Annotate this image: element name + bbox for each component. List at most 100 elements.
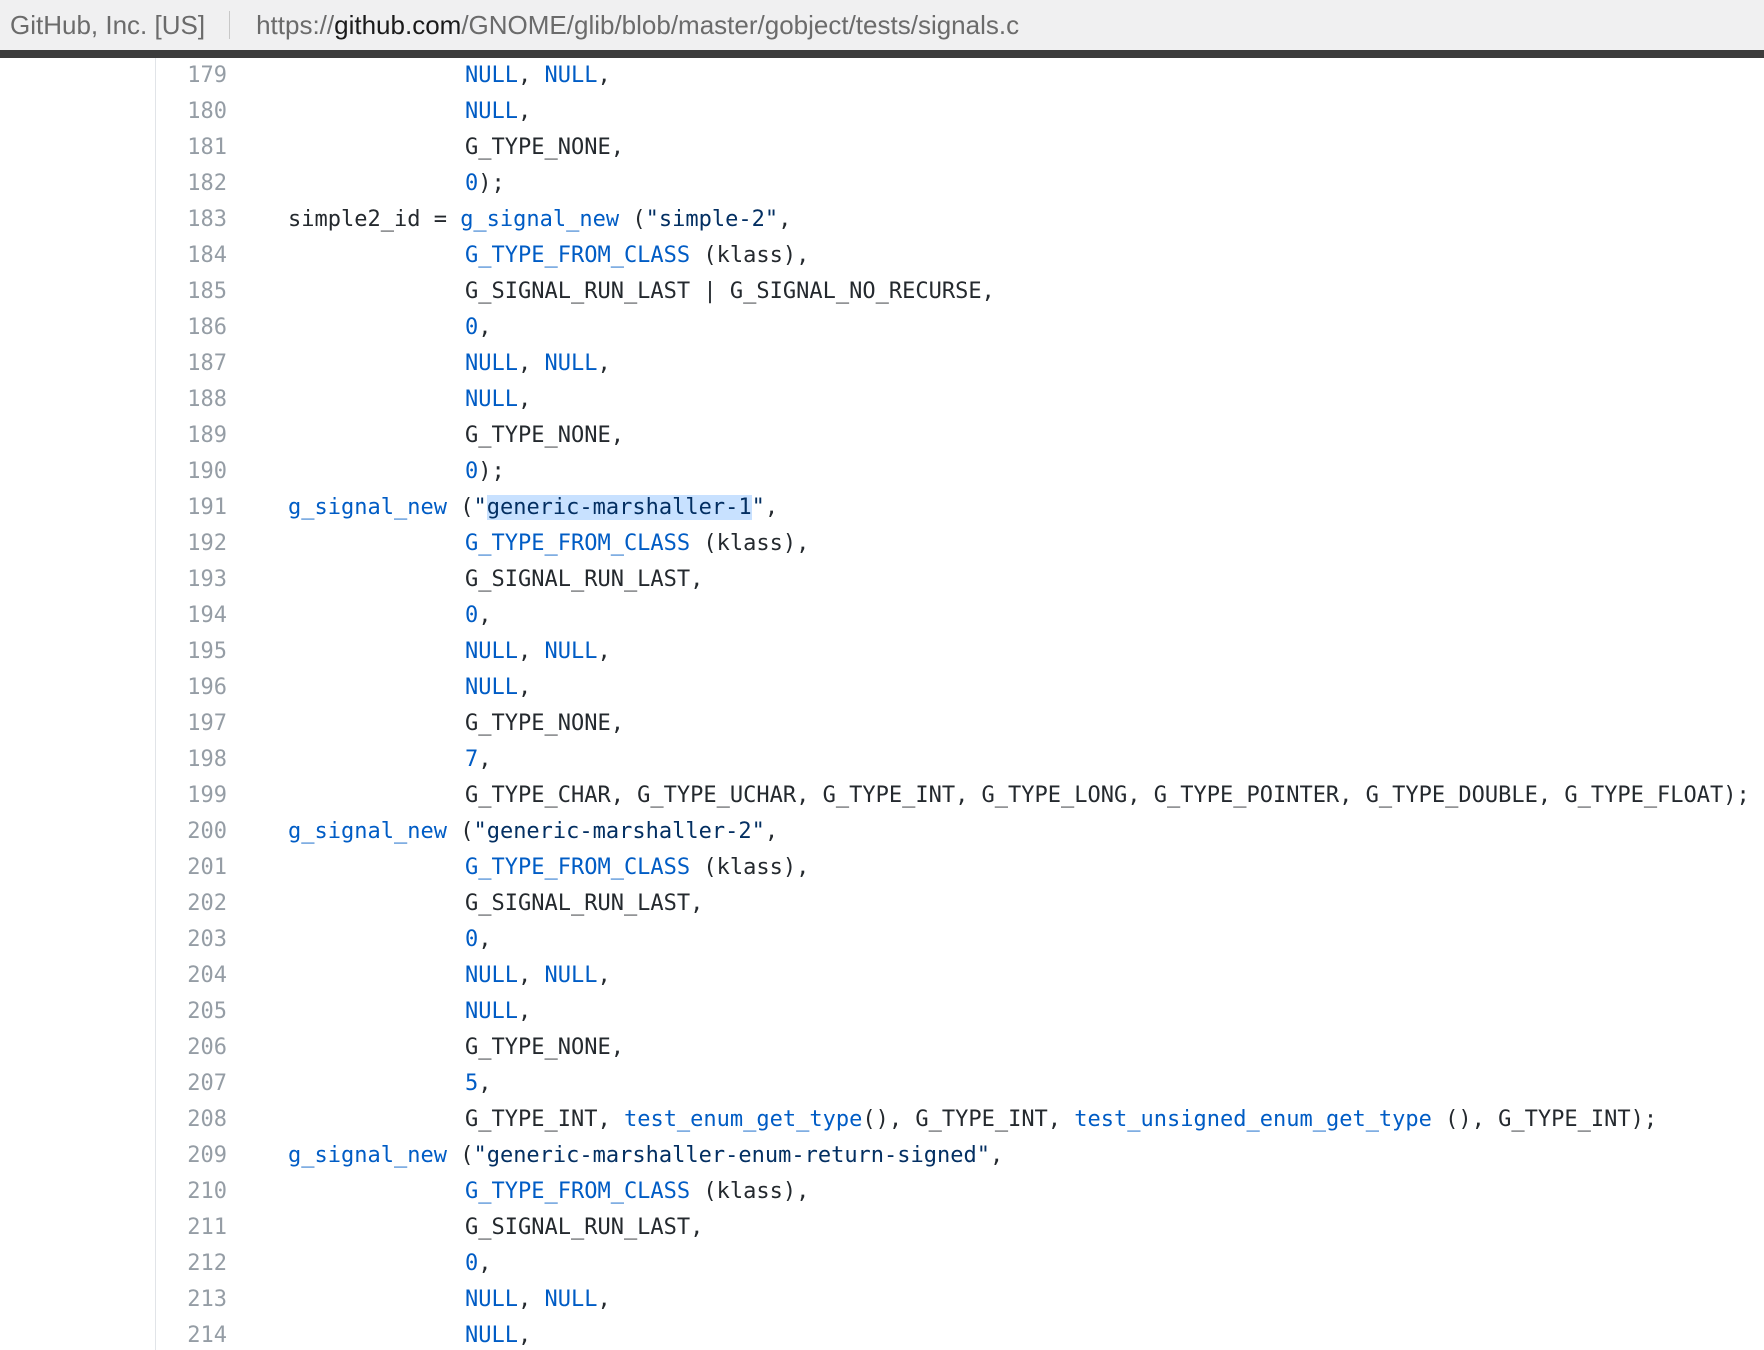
code-token: "generic-marshaller-2" [473, 819, 765, 844]
line-number[interactable]: 212 [155, 1246, 227, 1282]
line-number[interactable]: 202 [155, 886, 227, 922]
line-number[interactable]: 182 [155, 166, 227, 202]
line-number[interactable]: 193 [155, 562, 227, 598]
code-token: " [751, 495, 765, 520]
code-token: NULL [544, 63, 598, 88]
line-code: NULL, [465, 382, 531, 418]
code-token: ( [446, 1143, 474, 1168]
code-token: NULL [465, 1323, 518, 1348]
line-number[interactable]: 213 [155, 1282, 227, 1318]
code-line: 211 G_SIGNAL_RUN_LAST, [0, 1210, 1764, 1246]
code-line: 194 0, [0, 598, 1764, 634]
line-code: G_SIGNAL_RUN_LAST, [465, 562, 703, 598]
line-code: G_TYPE_FROM_CLASS (klass), [465, 1174, 809, 1210]
line-number[interactable]: 204 [155, 958, 227, 994]
line-number[interactable]: 196 [155, 670, 227, 706]
line-code: NULL, [465, 994, 531, 1030]
code-token: G_TYPE_FROM_CLASS [465, 855, 691, 880]
code-token: (), G_TYPE_INT); [1431, 1107, 1658, 1132]
code-token: , [764, 495, 779, 520]
code-token: G_TYPE_FROM_CLASS [465, 531, 691, 556]
line-code: G_TYPE_INT, test_enum_get_type (), G_TYPE… [465, 1102, 1657, 1138]
code-token: NULL [465, 1287, 518, 1312]
line-number[interactable]: 200 [155, 814, 227, 850]
code-view: 179 NULL, NULL, 180 NULL, 181 G_TYPE_NONE, 182… [0, 58, 1764, 1350]
line-number[interactable]: 189 [155, 418, 227, 454]
code-token: 0 [465, 459, 479, 484]
line-number[interactable]: 188 [155, 382, 227, 418]
line-number[interactable]: 210 [155, 1174, 227, 1210]
code-line: 191 g_signal_new ("generic-marshaller-1", [0, 490, 1764, 526]
line-code: NULL, [465, 670, 531, 706]
code-token: 0 [465, 927, 479, 952]
code-line: 212 0, [0, 1246, 1764, 1282]
code-token: NULL [544, 351, 598, 376]
line-number[interactable]: 208 [155, 1102, 227, 1138]
line-code: NULL, NULL, [465, 58, 611, 94]
line-number[interactable]: 183 [155, 202, 227, 238]
code-token: G_TYPE_INT, [465, 1107, 624, 1132]
code-line: 201 G_TYPE_FROM_CLASS (klass), [0, 850, 1764, 886]
code-token: NULL [465, 351, 518, 376]
code-token: NULL [544, 963, 598, 988]
line-number[interactable]: 194 [155, 598, 227, 634]
line-number[interactable]: 186 [155, 310, 227, 346]
line-number[interactable]: 191 [155, 490, 227, 526]
code-line: 197 G_TYPE_NONE, [0, 706, 1764, 742]
line-number[interactable]: 211 [155, 1210, 227, 1246]
line-number[interactable]: 190 [155, 454, 227, 490]
code-line: 190 0); [0, 454, 1764, 490]
code-line: 213 NULL, NULL, [0, 1282, 1764, 1318]
line-number[interactable]: 181 [155, 130, 227, 166]
selected-text: generic-marshaller-1 [486, 495, 752, 520]
line-number[interactable]: 205 [155, 994, 227, 1030]
code-token: G_TYPE_NONE, [465, 423, 624, 448]
code-line: 187 NULL, NULL, [0, 346, 1764, 382]
site-identity[interactable]: GitHub, Inc. [US] [10, 10, 205, 41]
line-code: simple2_id = g_signal_new ("simple-2", [288, 202, 791, 238]
code-token: , [517, 639, 545, 664]
browser-url-bar[interactable]: GitHub, Inc. [US] https://github.com/GNO… [0, 0, 1764, 50]
line-number[interactable]: 179 [155, 58, 227, 94]
line-number[interactable]: 199 [155, 778, 227, 814]
line-number[interactable]: 206 [155, 1030, 227, 1066]
line-code: G_SIGNAL_RUN_LAST, [465, 886, 703, 922]
url-scheme: https:// [256, 9, 335, 40]
code-token: ( [446, 495, 474, 520]
line-code: 7, [465, 742, 492, 778]
code-token: G_SIGNAL_RUN_LAST | G_SIGNAL_NO_RECURSE, [465, 279, 995, 304]
code-token: 0 [465, 315, 479, 340]
line-number[interactable]: 209 [155, 1138, 227, 1174]
code-token: (klass), [690, 855, 810, 880]
code-line: 184 G_TYPE_FROM_CLASS (klass), [0, 238, 1764, 274]
code-line: 182 0); [0, 166, 1764, 202]
line-code: g_signal_new ("generic-marshaller-enum-r… [288, 1138, 1003, 1174]
line-number[interactable]: 201 [155, 850, 227, 886]
line-number[interactable]: 180 [155, 94, 227, 130]
code-token: , [778, 207, 792, 232]
line-number[interactable]: 214 [155, 1318, 227, 1350]
line-number[interactable]: 207 [155, 1066, 227, 1102]
code-line: 205 NULL, [0, 994, 1764, 1030]
code-token: , [517, 351, 545, 376]
line-number[interactable]: 197 [155, 706, 227, 742]
line-number[interactable]: 184 [155, 238, 227, 274]
line-number[interactable]: 185 [155, 274, 227, 310]
code-token: test_unsigned_enum_get_type [1074, 1107, 1432, 1132]
url-text[interactable]: https://github.com/GNOME/glib/blob/maste… [256, 10, 1019, 41]
code-line: 193 G_SIGNAL_RUN_LAST, [0, 562, 1764, 598]
code-token: NULL [465, 387, 518, 412]
code-token: test_enum_get_type [623, 1107, 863, 1132]
code-token: NULL [465, 963, 518, 988]
line-code: NULL, [465, 1318, 531, 1350]
code-token: NULL [465, 99, 518, 124]
line-code: G_TYPE_NONE, [465, 706, 624, 742]
line-number[interactable]: 192 [155, 526, 227, 562]
line-number[interactable]: 198 [155, 742, 227, 778]
code-line: 192 G_TYPE_FROM_CLASS (klass), [0, 526, 1764, 562]
line-number[interactable]: 187 [155, 346, 227, 382]
line-code: G_TYPE_FROM_CLASS (klass), [465, 238, 809, 274]
line-number[interactable]: 195 [155, 634, 227, 670]
code-token: " [473, 495, 487, 520]
line-number[interactable]: 203 [155, 922, 227, 958]
